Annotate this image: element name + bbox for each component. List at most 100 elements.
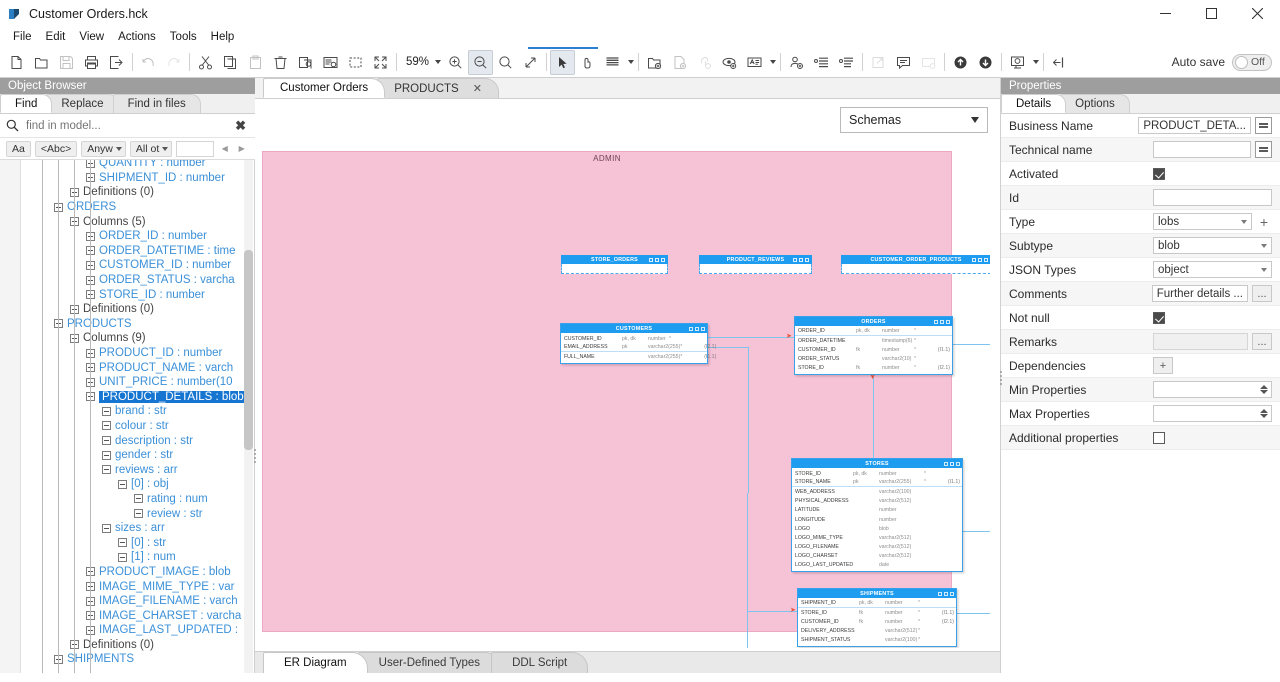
property-select[interactable]: lobs <box>1153 213 1252 230</box>
cut-icon[interactable] <box>193 50 218 75</box>
tree-expander-icon[interactable] <box>102 436 111 446</box>
clear-search-icon[interactable]: ✖ <box>232 118 249 134</box>
property-spinner[interactable] <box>1153 381 1272 398</box>
entity-tool-icons[interactable] <box>944 461 960 466</box>
prev-match-button[interactable]: ◀ <box>218 141 231 157</box>
tree-scrollbar-thumb[interactable] <box>244 250 253 450</box>
expand-editor-button[interactable]: ... <box>1252 285 1272 302</box>
print-icon[interactable] <box>79 50 104 75</box>
tree-item[interactable]: ORDER_ID : number <box>0 229 254 244</box>
tree-item[interactable]: review : str <box>0 506 254 521</box>
left-splitter-handle[interactable] <box>251 449 258 463</box>
tree-item[interactable]: IMAGE_LAST_UPDATED : <box>0 623 254 638</box>
entity-box[interactable]: STORES STORE_ID pk, dk number * STORE_NAME pk v… <box>791 458 963 573</box>
view-header[interactable]: PRODUCT_REVIEWS <box>699 255 812 264</box>
tree-item[interactable]: PRODUCT_DETAILS : blob <box>0 390 254 405</box>
expand-icon[interactable] <box>661 257 665 262</box>
expand-icon[interactable] <box>984 257 988 262</box>
delete-icon[interactable] <box>268 50 293 75</box>
expand-icon[interactable] <box>950 591 954 596</box>
minimize-button[interactable] <box>1142 0 1188 27</box>
tree-item[interactable]: brand : str <box>0 404 254 419</box>
edit-icon[interactable] <box>934 319 938 324</box>
tree-item[interactable]: STORE_ID : number <box>0 287 254 302</box>
edit-icon[interactable] <box>793 257 797 262</box>
entity-column-row[interactable]: LOGO_FILENAME varchar2(512) <box>792 543 962 552</box>
edit-icon[interactable] <box>972 257 976 262</box>
tree-item[interactable]: gender : str <box>0 448 254 463</box>
edit-icon[interactable] <box>938 591 942 596</box>
property-text-input[interactable]: Further details ... <box>1151 285 1248 302</box>
view-box[interactable]: CUSTOMER_ORDER_PRODUCTS <box>841 255 990 274</box>
tab-er-diagram[interactable]: ER Diagram <box>263 652 368 673</box>
tree-expander-icon[interactable] <box>102 421 111 431</box>
copy-icon[interactable] <box>218 50 243 75</box>
property-select[interactable]: object <box>1153 261 1272 278</box>
user-icon[interactable] <box>784 50 809 75</box>
tree-item[interactable]: [0] : str <box>0 535 254 550</box>
tab-customer-orders[interactable]: Customer Orders <box>263 78 386 98</box>
tree-expander-icon[interactable] <box>134 494 143 504</box>
label-icon[interactable] <box>742 50 767 75</box>
undo-icon[interactable] <box>136 50 161 75</box>
save-icon[interactable] <box>54 50 79 75</box>
entity-header[interactable]: SHIPMENTS <box>798 589 956 598</box>
entity-column-row[interactable]: SHIPMENT_ID pk, dk number * <box>798 599 956 609</box>
export-icon[interactable] <box>104 50 129 75</box>
close-icon[interactable]: ✕ <box>473 82 482 95</box>
property-checkbox[interactable] <box>1153 167 1165 180</box>
autosave-toggle[interactable]: Off <box>1232 53 1272 71</box>
tree-expander-icon[interactable] <box>118 552 127 562</box>
entity-tool-icons[interactable] <box>972 257 988 262</box>
spinner-arrows-icon[interactable] <box>1260 409 1268 418</box>
entity-column-row[interactable]: LOGO_MIME_TYPE varchar2(512) <box>792 533 962 542</box>
entity-column-row[interactable]: SHIPMENT_STATUS varchar2(100) * <box>798 636 956 645</box>
add-type-button[interactable]: + <box>1256 214 1272 230</box>
tree-expander-icon[interactable] <box>102 450 111 460</box>
entity-box[interactable]: CUSTOMERS CUSTOMER_ID pk, dk number * EMAIL_A… <box>560 323 716 364</box>
copy-icon[interactable] <box>799 257 803 262</box>
menu-view[interactable]: View <box>72 29 111 45</box>
tree-item[interactable]: rating : num <box>0 492 254 507</box>
entity-column-row[interactable]: CUSTOMER_ID fk number * (I2.1) <box>798 617 956 626</box>
property-text-input[interactable] <box>1153 141 1251 158</box>
monitor-dropdown-icon[interactable] <box>1030 50 1040 75</box>
tree-item[interactable]: UNIT_PRICE : number(10 <box>0 375 254 390</box>
new-document-icon[interactable] <box>667 50 692 75</box>
tree-item[interactable]: CUSTOMER_ID : number <box>0 258 254 273</box>
entity-column-row[interactable]: CUSTOMER_ID pk, dk number * <box>561 334 707 343</box>
new-container-icon[interactable] <box>642 50 667 75</box>
entity-column-row[interactable]: EMAIL_ADDRESS pk varchar2(255) * (I2.1) <box>561 343 716 353</box>
window-icon[interactable] <box>916 50 941 75</box>
menu-file[interactable]: File <box>6 29 39 45</box>
menu-actions[interactable]: Actions <box>111 29 163 45</box>
entity-box[interactable]: ORDERS ORDER_ID pk, dk number * ORDER_DATETIM… <box>794 316 953 375</box>
entity-column-row[interactable]: LATITUDE number <box>792 506 962 515</box>
tree-item[interactable]: Columns (5) <box>0 214 254 229</box>
tree-item[interactable]: Definitions (0) <box>0 638 254 653</box>
zoom-level-label[interactable]: 59% <box>400 56 431 68</box>
entity-column-row[interactable]: DELIVERY_ADDRESS varchar2(512) * <box>798 627 956 636</box>
entity-tool-icons[interactable] <box>649 257 665 262</box>
maximize-button[interactable] <box>1188 0 1234 27</box>
view-header[interactable]: STORE_ORDERS <box>561 255 668 264</box>
tree-item[interactable]: QUANTITY : number <box>0 160 254 171</box>
expand-icon[interactable] <box>956 461 960 466</box>
view-box[interactable]: PRODUCT_REVIEWS <box>699 255 812 274</box>
tab-products[interactable]: PRODUCTS ✕ <box>377 78 499 98</box>
pointer-icon[interactable] <box>550 49 576 75</box>
entity-box[interactable]: SHIPMENTS SHIPMENT_ID pk, dk number * STORE_I… <box>797 588 957 647</box>
copy-icon[interactable] <box>695 326 699 331</box>
entity-column-row[interactable]: LOGO_LAST_UPDATED date <box>792 561 962 570</box>
tree-item[interactable]: IMAGE_MIME_TYPE : var <box>0 579 254 594</box>
entity-column-row[interactable]: ORDER_STATUS varchar2(10) * <box>795 355 952 364</box>
entity-tool-icons[interactable] <box>689 326 705 331</box>
resize-diagonal-icon[interactable] <box>518 50 543 75</box>
entity-column-row[interactable]: ORDER_ID pk, dk number * <box>795 327 952 337</box>
view-icon[interactable] <box>717 50 742 75</box>
copy-icon[interactable] <box>950 461 954 466</box>
entity-header[interactable]: CUSTOMERS <box>561 324 707 333</box>
tree-item[interactable]: reviews : arr <box>0 462 254 477</box>
monitor-icon[interactable] <box>1005 50 1030 75</box>
tree-item[interactable]: PRODUCT_IMAGE : blob <box>0 565 254 580</box>
